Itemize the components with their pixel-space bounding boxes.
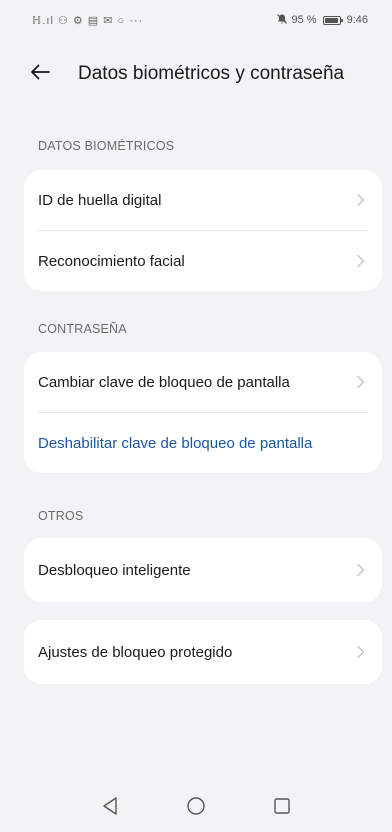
back-button[interactable] (28, 52, 76, 96)
fingerprint-id-label: ID de huella digital (38, 191, 162, 209)
face-recognition-label: Reconocimiento facial (38, 252, 185, 270)
chevron-right-icon (352, 561, 370, 579)
chevron-right-icon (352, 191, 370, 209)
smart-unlock-label: Desbloqueo inteligente (38, 561, 191, 579)
smart-unlock-item[interactable]: Desbloqueo inteligente (24, 538, 382, 602)
status-left-icons: ℍ.ıl ⚇ ⚙ ▤ ✉ ○ ··· (32, 14, 143, 27)
page-title: Datos biométricos y contraseña (78, 63, 345, 84)
nav-recents-button[interactable] (270, 796, 294, 820)
arrow-left-icon (28, 60, 52, 89)
status-bar: ℍ.ıl ⚇ ⚙ ▤ ✉ ○ ··· 95 % 9:46 (0, 0, 392, 40)
battery-percent: 95 % (291, 14, 317, 26)
mute-icon (276, 13, 288, 28)
square-recents-icon (273, 797, 291, 820)
nav-back-button[interactable] (98, 796, 122, 820)
card-secure-lock: Ajustes de bloqueo protegido (24, 620, 382, 684)
app-header: Datos biométricos y contraseña (0, 52, 392, 96)
nav-home-button[interactable] (184, 796, 208, 820)
chevron-right-icon (352, 643, 370, 661)
status-right-icons: 95 % 9:46 (276, 13, 368, 28)
chevron-right-icon (352, 252, 370, 270)
card-biometric: ID de huella digital Reconocimiento faci… (24, 170, 382, 291)
secure-lock-settings-item[interactable]: Ajustes de bloqueo protegido (24, 620, 382, 684)
section-label-password: CONTRASEÑA (38, 322, 127, 336)
disable-lock-screen-password-item[interactable]: Deshabilitar clave de bloqueo de pantall… (24, 413, 382, 473)
navigation-bar (0, 784, 392, 832)
chevron-right-icon (352, 373, 370, 391)
clock: 9:46 (346, 14, 368, 26)
battery-icon (322, 15, 343, 25)
triangle-back-icon (101, 796, 119, 821)
face-recognition-item[interactable]: Reconocimiento facial (24, 231, 382, 291)
notification-icons: ℍ.ıl ⚇ ⚙ ▤ ✉ ○ ··· (32, 14, 144, 27)
card-password: Cambiar clave de bloqueo de pantalla Des… (24, 352, 382, 473)
fingerprint-id-item[interactable]: ID de huella digital (24, 170, 382, 230)
card-smart-unlock: Desbloqueo inteligente (24, 538, 382, 602)
change-lock-screen-password-label: Cambiar clave de bloqueo de pantalla (38, 373, 290, 391)
disable-lock-screen-password-link[interactable]: Deshabilitar clave de bloqueo de pantall… (38, 435, 370, 452)
secure-lock-settings-label: Ajustes de bloqueo protegido (38, 643, 233, 661)
section-label-others: OTROS (38, 509, 84, 523)
section-label-biometric: DATOS BIOMÉTRICOS (38, 139, 175, 153)
circle-home-icon (186, 796, 206, 821)
change-lock-screen-password-item[interactable]: Cambiar clave de bloqueo de pantalla (24, 352, 382, 412)
